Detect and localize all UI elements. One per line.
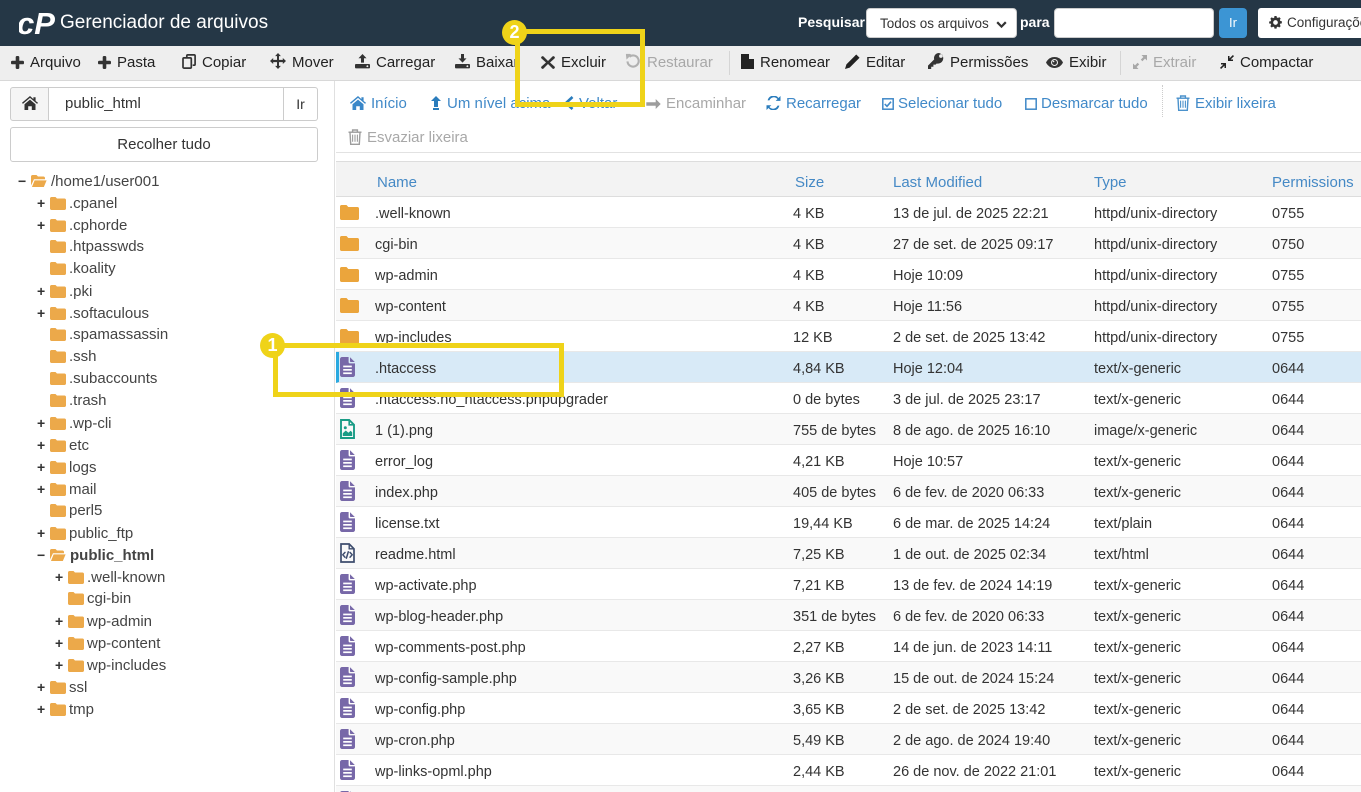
svg-text:cP: cP <box>19 6 55 40</box>
